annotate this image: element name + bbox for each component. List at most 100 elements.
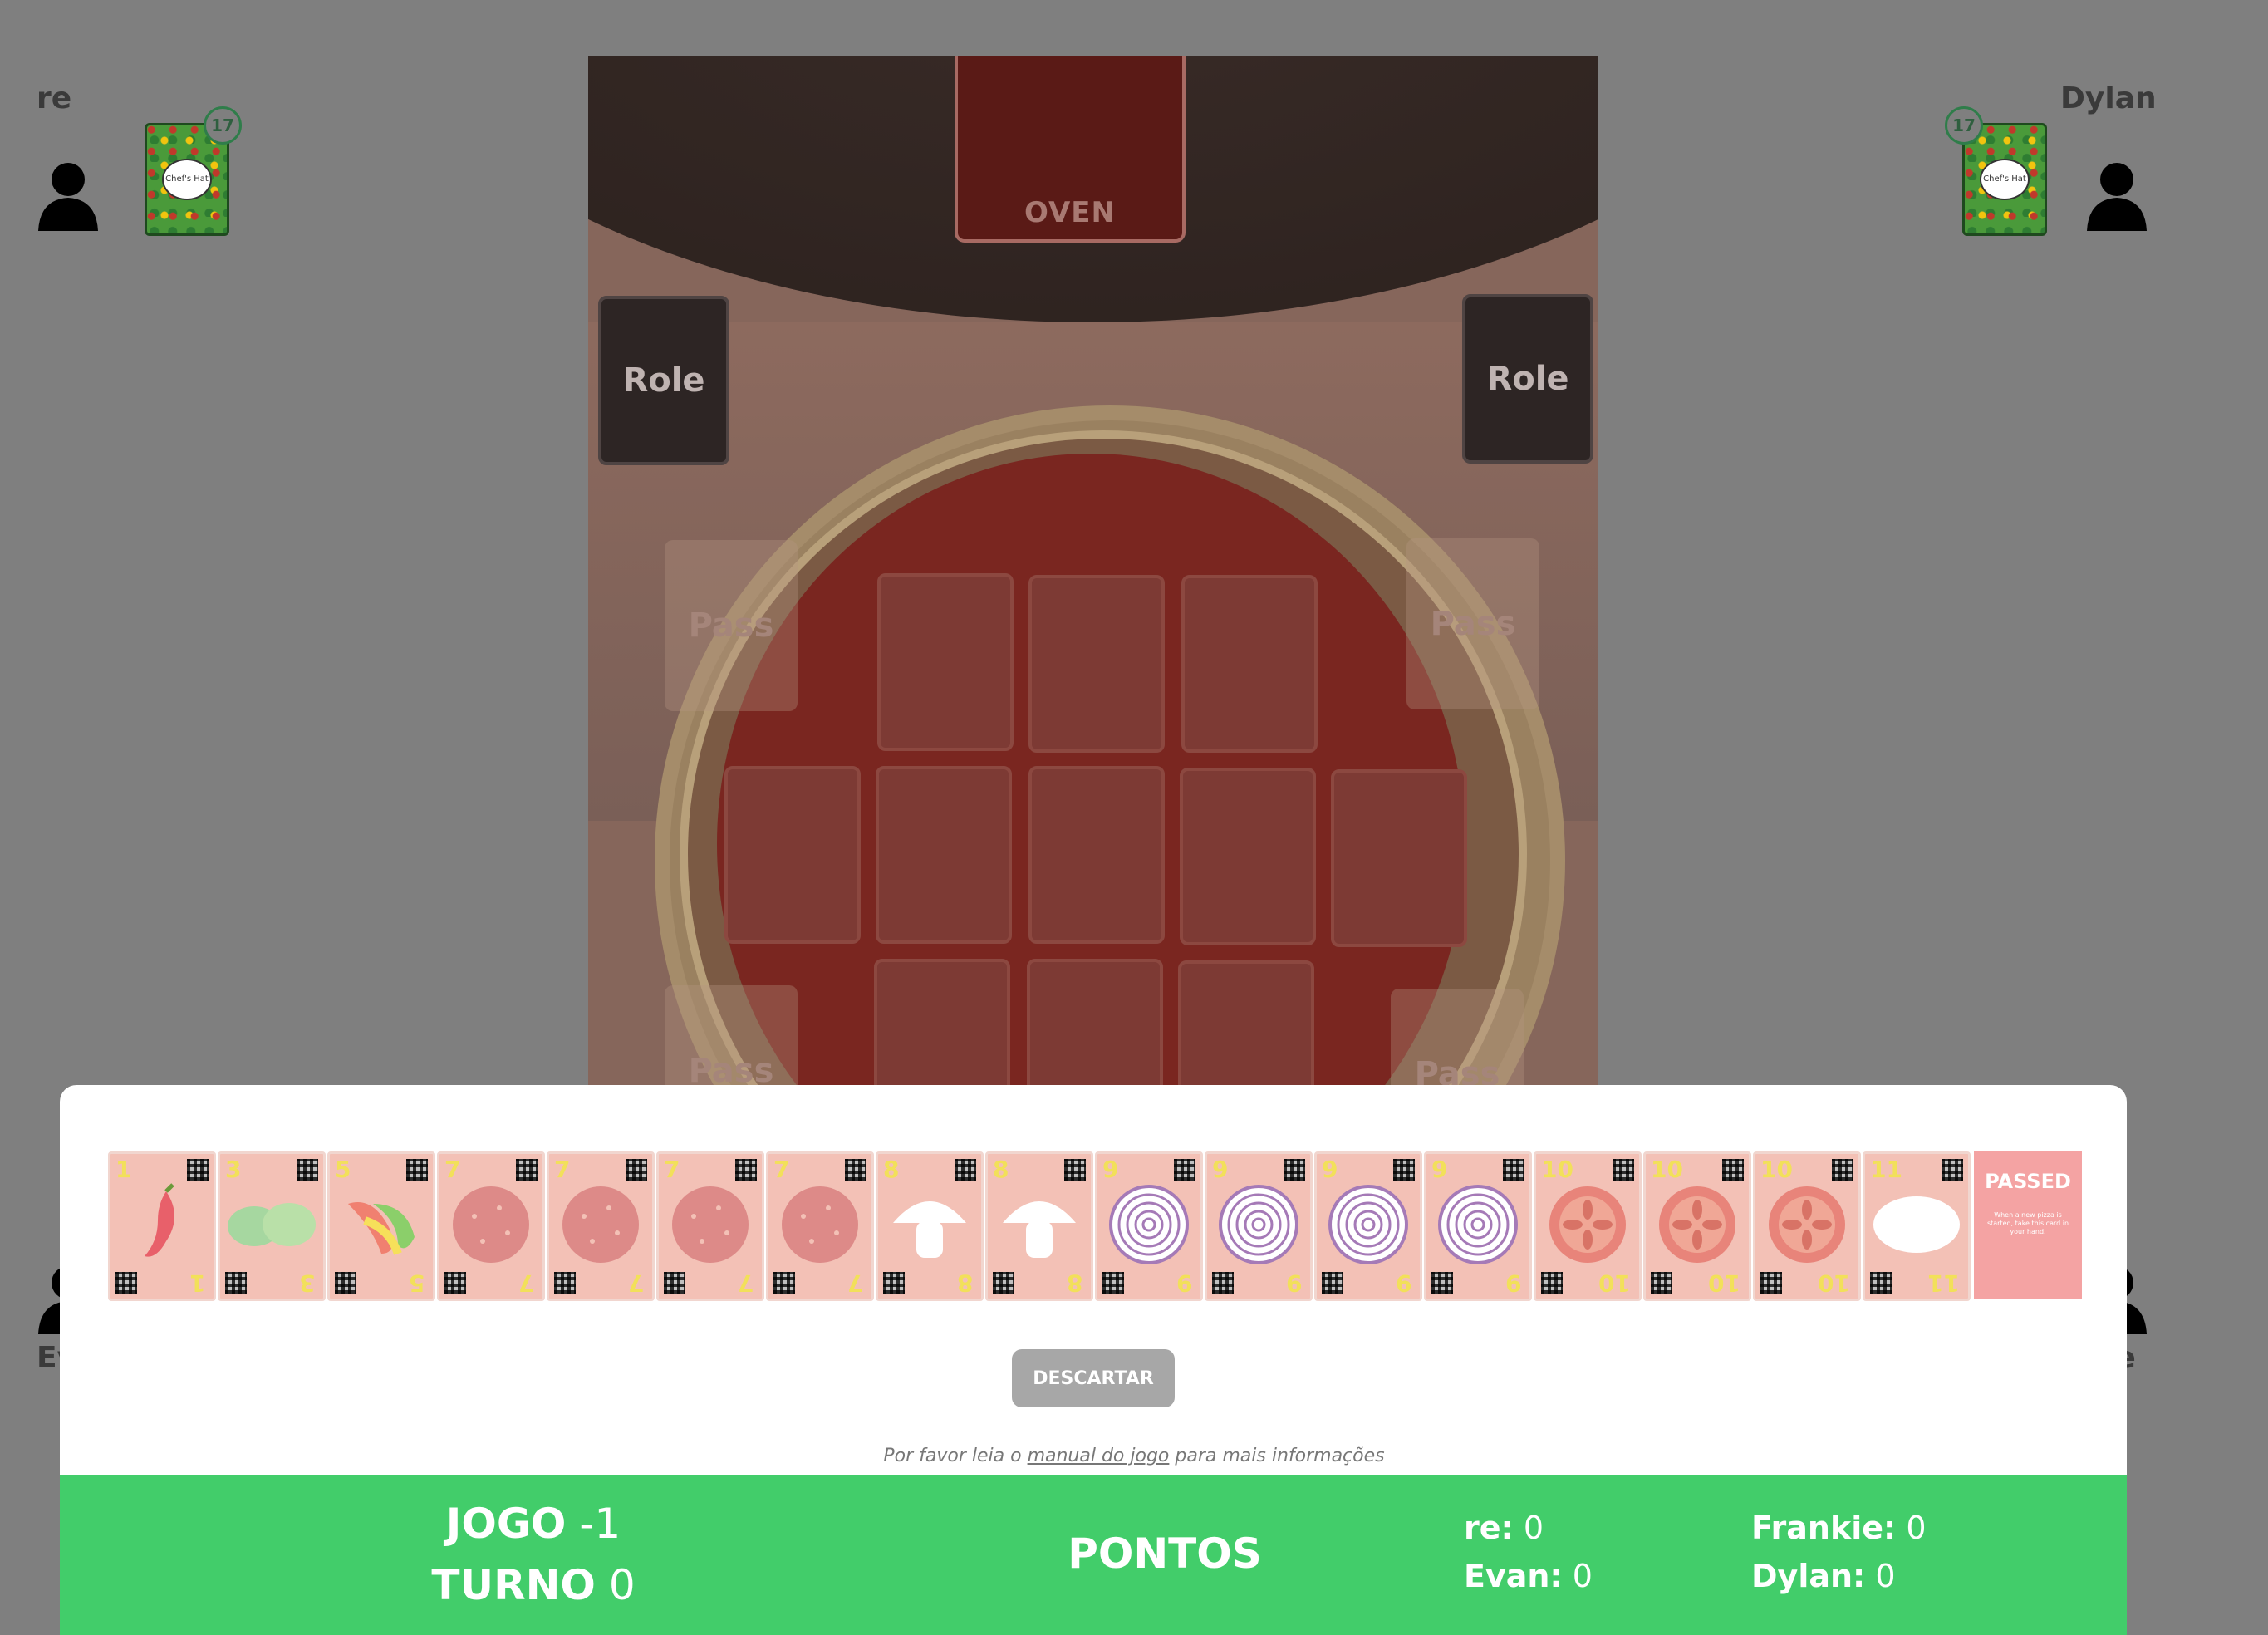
- qr-code-icon: [1431, 1272, 1453, 1294]
- card-slot[interactable]: [876, 766, 1012, 944]
- card-value: 5: [335, 1156, 351, 1183]
- manual-link[interactable]: manual do jogo: [1028, 1446, 1170, 1466]
- onion-icon: [1327, 1183, 1410, 1269]
- card-slot[interactable]: [1028, 575, 1165, 753]
- hand-card-onion[interactable]: 99: [1424, 1151, 1532, 1301]
- card-value: 7: [664, 1156, 680, 1183]
- card-value: 9: [1505, 1269, 1521, 1297]
- score-entry: Dylan: 0: [1751, 1558, 1896, 1594]
- game-counter: JOGO -1: [384, 1500, 683, 1548]
- hand-card-salami[interactable]: 77: [437, 1151, 545, 1301]
- salami-icon: [449, 1183, 533, 1269]
- game-board: OVEN Role Role Pass Pass Pass Pass: [588, 56, 1598, 1085]
- passed-card[interactable]: PASSED When a new pizza is started, take …: [1974, 1151, 2082, 1299]
- player-name-top-left: re: [37, 81, 72, 115]
- card-value: 7: [554, 1156, 571, 1183]
- game-label: JOGO: [445, 1500, 567, 1548]
- hand-card-salami[interactable]: 77: [766, 1151, 874, 1301]
- card-value: 7: [847, 1269, 863, 1297]
- card-slot[interactable]: [1178, 960, 1314, 1085]
- card-value: 7: [773, 1156, 790, 1183]
- qr-code-icon: [297, 1159, 318, 1181]
- hand-card-tomato[interactable]: 10 10: [1643, 1151, 1751, 1301]
- score-entry: Evan: 0: [1464, 1558, 1593, 1594]
- role-card-right: Role: [1462, 294, 1593, 464]
- card-value: 9: [1102, 1156, 1119, 1183]
- hand-card-lettuce[interactable]: 33: [218, 1151, 326, 1301]
- score-name: Frankie:: [1751, 1510, 1897, 1546]
- qr-code-icon: [1174, 1159, 1195, 1181]
- passed-text: When a new pizza is started, take this c…: [1986, 1211, 2069, 1235]
- card-value: 7: [444, 1156, 461, 1183]
- qr-code-icon: [1942, 1159, 1963, 1181]
- qr-code-icon: [626, 1159, 647, 1181]
- card-slot[interactable]: [1181, 575, 1318, 753]
- hand-card-onion[interactable]: 99: [1205, 1151, 1313, 1301]
- qr-code-icon: [1722, 1159, 1744, 1181]
- lettuce-icon: [226, 1191, 317, 1261]
- card-value: 3: [225, 1156, 242, 1183]
- card-slot[interactable]: [874, 959, 1010, 1085]
- role-card-left: Role: [598, 296, 729, 465]
- card-value: 7: [518, 1269, 534, 1297]
- mushroom-icon: [998, 1183, 1081, 1269]
- qr-code-icon: [845, 1159, 866, 1181]
- hand-card-salami[interactable]: 77: [547, 1151, 655, 1301]
- card-value: 7: [627, 1269, 644, 1297]
- pass-slot-bottom-right: Pass: [1391, 989, 1524, 1085]
- card-value: 9: [1212, 1156, 1229, 1183]
- discard-button[interactable]: DESCARTAR: [1012, 1349, 1175, 1407]
- hand-card-onion[interactable]: 99: [1095, 1151, 1203, 1301]
- hand-card-peppers[interactable]: 55: [327, 1151, 435, 1301]
- tomato-icon: [1765, 1183, 1848, 1269]
- qr-code-icon: [1503, 1159, 1524, 1181]
- card-slot[interactable]: [1180, 768, 1316, 945]
- card-slot[interactable]: [1331, 769, 1467, 947]
- card-value: 9: [1322, 1156, 1338, 1183]
- hand-card-tomato[interactable]: 10 10: [1753, 1151, 1861, 1301]
- manual-note: Por favor leia o manual do jogo para mai…: [0, 1446, 2268, 1466]
- card-slot[interactable]: [724, 766, 861, 944]
- card-slot[interactable]: [1028, 766, 1165, 944]
- card-value: 10: [1541, 1156, 1573, 1183]
- qr-code-icon: [993, 1272, 1014, 1294]
- salami-icon: [559, 1183, 642, 1269]
- qr-code-icon: [335, 1272, 356, 1294]
- turn-label: TURNO: [431, 1561, 596, 1609]
- salami-icon: [669, 1183, 752, 1269]
- card-value: 10: [1818, 1269, 1850, 1297]
- hand-card-mushroom[interactable]: 88: [985, 1151, 1093, 1301]
- onion-icon: [1217, 1183, 1300, 1269]
- qr-code-icon: [187, 1159, 209, 1181]
- qr-code-icon: [1102, 1272, 1124, 1294]
- tomato-icon: [1656, 1183, 1739, 1269]
- note-suffix: para mais informações: [1169, 1446, 1385, 1466]
- pass-slot-bottom-left: Pass: [665, 985, 798, 1085]
- passed-title: PASSED: [1985, 1170, 2071, 1193]
- salami-icon: [778, 1183, 862, 1269]
- card-value: 9: [1431, 1156, 1448, 1183]
- oven-area: OVEN: [955, 56, 1186, 243]
- card-value: 10: [1708, 1269, 1740, 1297]
- card-count-badge: 17: [204, 106, 242, 145]
- score-points: 0: [1523, 1510, 1544, 1546]
- qr-code-icon: [1832, 1159, 1853, 1181]
- hand-card-mushroom[interactable]: 88: [876, 1151, 984, 1301]
- card-slot[interactable]: [1027, 959, 1163, 1085]
- card-value: 11: [1870, 1156, 1902, 1183]
- pass-slot-top-left: Pass: [665, 540, 798, 711]
- card-count-badge: 17: [1945, 106, 1983, 145]
- qr-code-icon: [955, 1159, 976, 1181]
- hand-card-salami[interactable]: 77: [656, 1151, 764, 1301]
- hand-card-dough[interactable]: 11 11: [1863, 1151, 1971, 1301]
- chili-pepper-icon: [133, 1183, 191, 1269]
- qr-code-icon: [444, 1272, 466, 1294]
- player-name-top-right: Dylan: [2060, 81, 2157, 115]
- player-avatar-icon: [2087, 163, 2147, 231]
- points-title: PONTOS: [1068, 1529, 1262, 1578]
- card-slot[interactable]: [877, 573, 1014, 751]
- hand-card-chili-pepper[interactable]: 11: [108, 1151, 216, 1301]
- hand-card-onion[interactable]: 99: [1314, 1151, 1422, 1301]
- card-value: 8: [1066, 1269, 1082, 1297]
- hand-card-tomato[interactable]: 10 10: [1534, 1151, 1642, 1301]
